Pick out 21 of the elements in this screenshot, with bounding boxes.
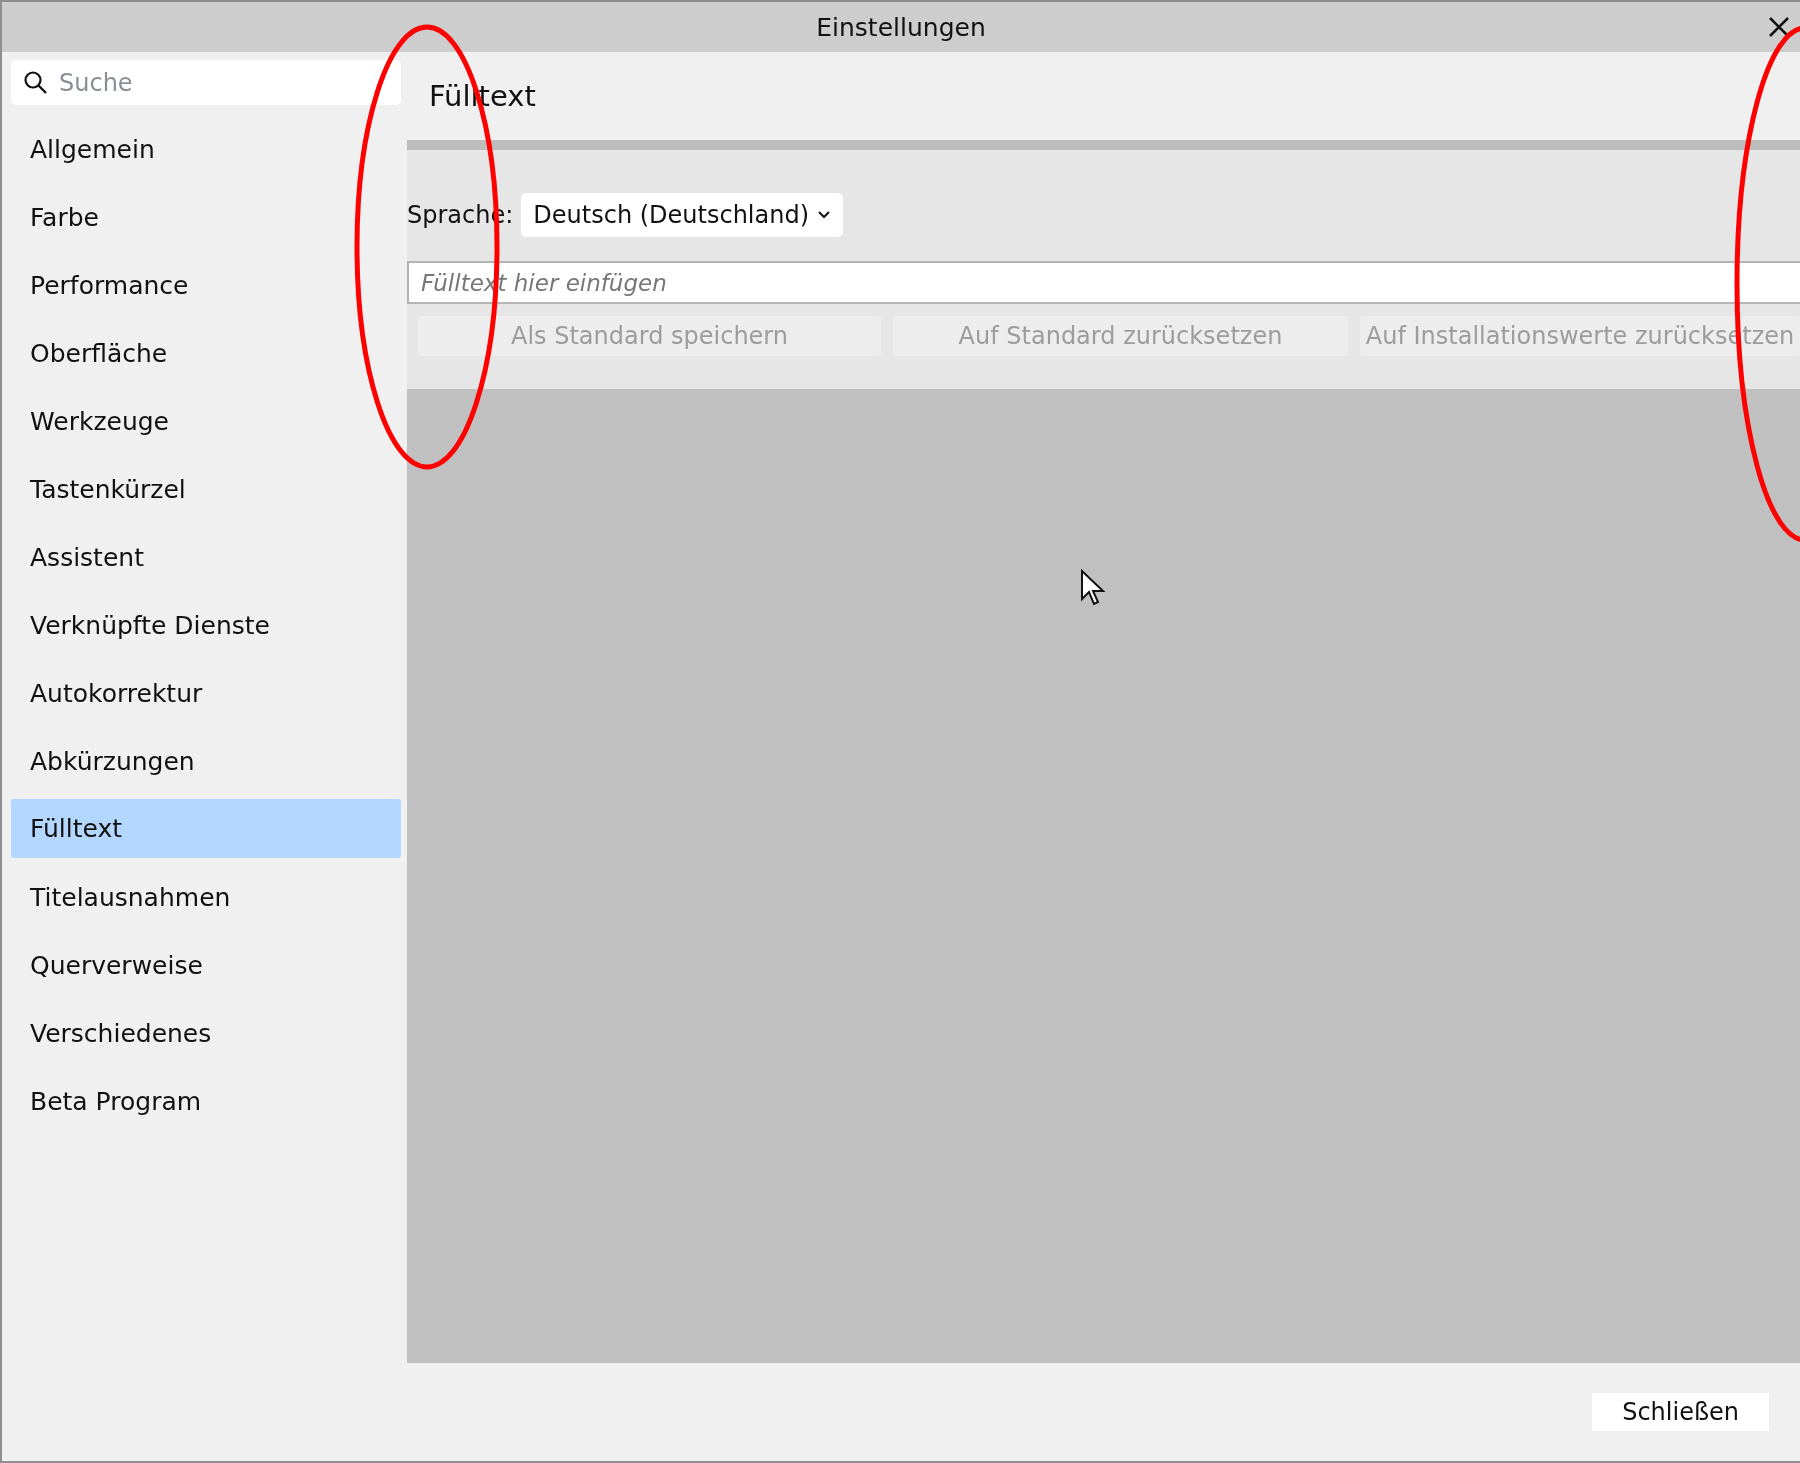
sidebar-item[interactable]: Assistent: [11, 523, 401, 591]
sidebar-item[interactable]: Titelausnahmen: [11, 863, 401, 931]
sidebar-item[interactable]: Werkzeuge: [11, 387, 401, 455]
sidebar-item[interactable]: Fülltext: [11, 799, 401, 858]
sidebar-item[interactable]: Autokorrektur: [11, 659, 401, 727]
close-button[interactable]: Schließen: [1592, 1393, 1769, 1431]
sidebar-item[interactable]: Performance: [11, 251, 401, 319]
search-icon: [23, 70, 49, 96]
sidebar-item[interactable]: Verknüpfte Dienste: [11, 591, 401, 659]
sidebar-item[interactable]: Abkürzungen: [11, 727, 401, 795]
language-dropdown[interactable]: Deutsch (Deutschland): [521, 193, 844, 237]
sidebar-item[interactable]: Tastenkürzel: [11, 455, 401, 523]
sidebar-item[interactable]: Querverweise: [11, 931, 401, 999]
chevron-icon: [817, 210, 832, 220]
search-field[interactable]: Suche: [11, 60, 401, 105]
sidebar-item[interactable]: Allgemein: [11, 115, 401, 183]
sidebar-item[interactable]: Verschiedenes: [11, 999, 401, 1067]
sidebar-item[interactable]: Beta Program: [11, 1067, 401, 1135]
sidebar-item[interactable]: Oberfläche: [11, 319, 401, 387]
window-title: Einstellungen: [816, 12, 986, 42]
sidebar-item[interactable]: Farbe: [11, 183, 401, 251]
